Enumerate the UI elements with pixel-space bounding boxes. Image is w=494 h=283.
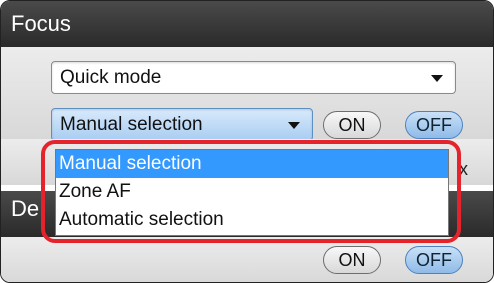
lower-section-title: De <box>11 196 40 221</box>
on-label: ON <box>338 115 366 135</box>
af-point-value: Manual selection <box>60 114 203 135</box>
off-toggle-button[interactable]: OFF <box>405 111 463 139</box>
focus-section-header: Focus <box>1 1 493 47</box>
focus-section-title: Focus <box>11 11 71 36</box>
af-point-select[interactable]: Manual selection <box>51 108 313 141</box>
on-label: ON <box>338 250 366 270</box>
on-toggle-button-2[interactable]: ON <box>323 246 381 274</box>
on-toggle-button[interactable]: ON <box>323 111 381 139</box>
chevron-down-icon <box>288 122 300 129</box>
off-label: OFF <box>416 250 452 270</box>
focus-mode-select[interactable]: Quick mode <box>51 61 456 94</box>
focus-mode-value: Quick mode <box>60 67 162 88</box>
focus-panel: Focus Quick mode Manual selection ON OFF… <box>0 0 494 283</box>
highlight-frame <box>41 140 461 243</box>
chevron-down-icon <box>431 75 443 82</box>
off-toggle-button-2[interactable]: OFF <box>405 246 463 274</box>
off-label: OFF <box>416 115 452 135</box>
